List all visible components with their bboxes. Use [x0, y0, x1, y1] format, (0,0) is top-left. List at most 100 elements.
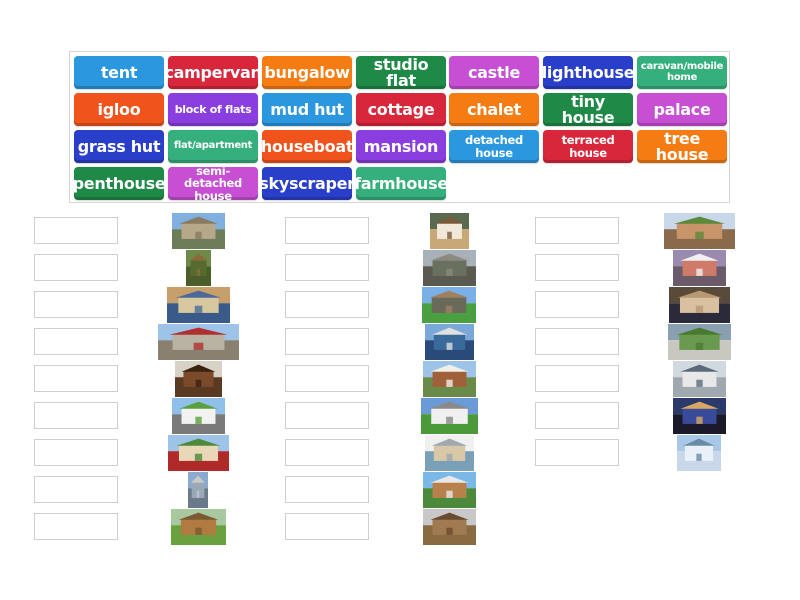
- word-tile-label: mud hut: [270, 99, 344, 119]
- answer-drop-slot[interactable]: [535, 254, 619, 281]
- word-tile-label: farmhouse: [354, 173, 448, 193]
- answer-drop-slot[interactable]: [34, 476, 118, 503]
- igloo-photo: [677, 435, 721, 471]
- word-tile-palace[interactable]: palace: [637, 93, 727, 126]
- mansion-photo: [166, 287, 230, 323]
- word-tile-grass-hut[interactable]: grass hut: [74, 130, 164, 163]
- farmhouse-photo: [667, 324, 731, 360]
- lighthouse-photo: [672, 250, 726, 286]
- semi-detached-house-photo: [663, 213, 735, 249]
- word-tile-skyscraper[interactable]: skyscraper: [259, 167, 355, 200]
- answer-drop-slot[interactable]: [34, 513, 118, 540]
- word-tile-label: tiny house: [561, 91, 615, 127]
- answer-drop-slot[interactable]: [285, 402, 369, 429]
- word-tile-label: bungalow: [264, 62, 350, 82]
- grass-hut-photo: [174, 361, 222, 397]
- word-tile-block-of-flats[interactable]: block of flats: [168, 93, 258, 126]
- block-of-flats-photo: [422, 250, 476, 286]
- houseboat-photo: [424, 324, 474, 360]
- chalet-photo: [422, 361, 476, 397]
- answer-drop-slot[interactable]: [535, 365, 619, 392]
- word-tile-detached-house[interactable]: detached house: [449, 130, 539, 163]
- word-tile-label: studio flat: [373, 54, 429, 90]
- castle-photo: [171, 213, 225, 249]
- word-tile-label: tree house: [655, 128, 709, 164]
- word-tile-label: caravan/mobile home: [640, 61, 724, 83]
- word-tile-label: detached house: [465, 133, 523, 160]
- tiny-house-photo: [170, 509, 226, 545]
- answer-drop-slot[interactable]: [285, 513, 369, 540]
- word-tile-label: flat/apartment: [173, 140, 253, 152]
- word-tile-label: castle: [468, 62, 520, 82]
- word-tile-tiny-house[interactable]: tiny house: [543, 93, 633, 126]
- answer-drop-slot[interactable]: [285, 254, 369, 281]
- caravan-photo: [171, 398, 225, 434]
- word-tile-label: lighthouse: [541, 62, 635, 82]
- word-tile-label: palace: [653, 99, 711, 119]
- word-tile-label: grass hut: [77, 136, 161, 156]
- terraced-house-photo: [672, 361, 726, 397]
- campervan-photo: [420, 398, 478, 434]
- word-tile-tent[interactable]: tent: [74, 56, 164, 89]
- answer-drop-slot[interactable]: [285, 439, 369, 466]
- word-tile-label: block of flats: [174, 103, 252, 116]
- answer-drop-slot[interactable]: [285, 217, 369, 244]
- word-tile-label: houseboat: [260, 136, 354, 156]
- cottage-photo: [422, 287, 476, 323]
- answer-drop-slot[interactable]: [285, 328, 369, 355]
- word-tile-mud-hut[interactable]: mud hut: [262, 93, 352, 126]
- word-tile-label: campervan: [164, 62, 262, 82]
- mud-hut-photo: [422, 509, 476, 545]
- word-tile-campervan[interactable]: campervan: [164, 56, 262, 89]
- answer-drop-slot[interactable]: [535, 402, 619, 429]
- answer-drop-slot[interactable]: [34, 402, 118, 429]
- word-tile-label: terraced house: [561, 133, 615, 160]
- tree-house-photo: [185, 250, 211, 286]
- word-tile-label: semi-detached house: [184, 164, 242, 203]
- word-tile-label: skyscraper: [259, 173, 355, 193]
- answer-drop-slot[interactable]: [535, 328, 619, 355]
- word-tile-flat-apartment[interactable]: flat/apartment: [168, 130, 258, 163]
- word-tile-bungalow[interactable]: bungalow: [262, 56, 352, 89]
- detached-house-photo: [422, 472, 476, 508]
- answer-drop-slot[interactable]: [285, 365, 369, 392]
- answer-drop-slot[interactable]: [34, 217, 118, 244]
- word-tile-farmhouse[interactable]: farmhouse: [354, 167, 448, 200]
- word-tile-label: igloo: [97, 99, 141, 119]
- word-tile-tree-house[interactable]: tree house: [637, 130, 727, 163]
- penthouse-photo: [672, 398, 726, 434]
- word-tile-label: mansion: [363, 136, 439, 156]
- word-tile-terraced-house[interactable]: terraced house: [543, 130, 633, 163]
- tent-photo: [429, 213, 469, 249]
- word-tile-label: tent: [100, 62, 138, 82]
- word-tile-semi-detached-house[interactable]: semi-detached house: [168, 164, 258, 203]
- word-tile-caravan-mobile-home[interactable]: caravan/mobile home: [637, 56, 727, 89]
- answer-drop-slot[interactable]: [285, 291, 369, 318]
- flat-floorplan-photo: [424, 435, 474, 471]
- palace-photo: [157, 324, 239, 360]
- answer-drop-slot[interactable]: [34, 365, 118, 392]
- answer-drop-slot[interactable]: [285, 476, 369, 503]
- answer-drop-slot[interactable]: [34, 254, 118, 281]
- word-tile-lighthouse[interactable]: lighthouse: [541, 56, 635, 89]
- answer-drop-slot[interactable]: [34, 439, 118, 466]
- word-tile-houseboat[interactable]: houseboat: [260, 130, 354, 163]
- word-tile-cottage[interactable]: cottage: [356, 93, 446, 126]
- word-tile-label: chalet: [467, 99, 521, 119]
- skyscraper-photo: [188, 472, 208, 508]
- word-tile-penthouse[interactable]: penthouse: [72, 167, 166, 200]
- answer-drop-slot[interactable]: [535, 439, 619, 466]
- word-tile-label: penthouse: [72, 173, 166, 193]
- bungalow-photo: [167, 435, 229, 471]
- word-tile-chalet[interactable]: chalet: [449, 93, 539, 126]
- answer-drop-slot[interactable]: [535, 291, 619, 318]
- word-tile-castle[interactable]: castle: [449, 56, 539, 89]
- answer-drop-slot[interactable]: [34, 291, 118, 318]
- word-tile-mansion[interactable]: mansion: [356, 130, 446, 163]
- word-tile-studio-flat[interactable]: studio flat: [356, 56, 446, 89]
- studio-flat-photo: [668, 287, 730, 323]
- word-tile-igloo[interactable]: igloo: [74, 93, 164, 126]
- answer-drop-slot[interactable]: [34, 328, 118, 355]
- word-tile-label: cottage: [367, 99, 435, 119]
- answer-drop-slot[interactable]: [535, 217, 619, 244]
